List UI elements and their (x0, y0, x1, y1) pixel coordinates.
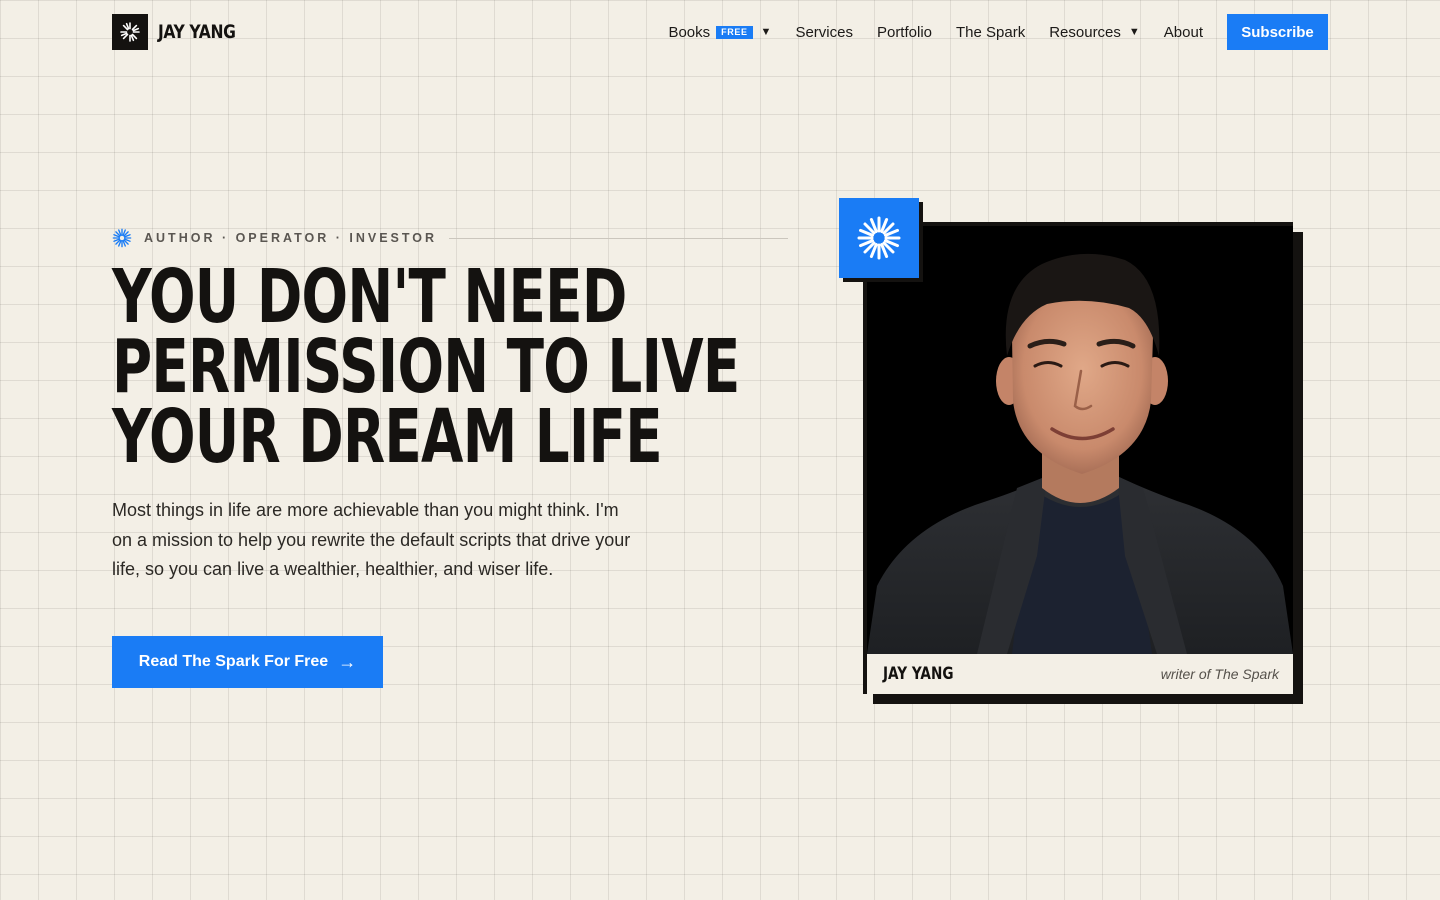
caret-down-icon: ▼ (760, 26, 772, 38)
spark-icon (120, 22, 140, 42)
hero-description: Most things in life are more achievable … (112, 500, 631, 579)
caret-down-icon: ▼ (1128, 26, 1140, 38)
arrow-right-icon: → (338, 651, 357, 672)
free-badge: FREE (716, 25, 753, 39)
nav-item-portfolio[interactable]: Portfolio (877, 24, 932, 41)
brand-name: JAY YANG (158, 21, 236, 43)
headline-line: PERMISSION TO LIVE (112, 324, 740, 410)
main-menu: Books FREE ▼ Services Portfolio The Spar… (644, 14, 1328, 50)
read-the-spark-button[interactable]: Read The Spark For Free → (112, 636, 383, 688)
spark-tile (839, 198, 919, 278)
portrait-photo (867, 226, 1293, 654)
headline-line: YOU DON'T NEED (112, 254, 627, 340)
nav-item-label: Resources (1049, 23, 1121, 41)
caption-name: JAY YANG (883, 664, 954, 684)
brand-logo[interactable]: JAY YANG (112, 14, 252, 50)
spark-icon (857, 216, 901, 260)
cta-label: Read The Spark For Free (138, 653, 329, 670)
nav-item-the-spark[interactable]: The Spark (956, 24, 1025, 41)
portrait-card: JAY YANG writer of The Spark (863, 222, 1293, 694)
subscribe-button[interactable]: Subscribe (1227, 14, 1328, 50)
nav-item-books[interactable]: Books FREE ▼ (668, 24, 771, 41)
top-nav: JAY YANG Books FREE ▼ Services Portfolio… (112, 14, 1328, 50)
hero-headline: YOU DON'T NEED PERMISSION TO LIVE YOUR D… (112, 254, 740, 480)
nav-item-label: Books (668, 23, 711, 41)
headline-line: YOUR DREAM LIFE (112, 394, 663, 480)
caption-role: writer of The Spark (1160, 666, 1279, 682)
nav-item-resources[interactable]: Resources ▼ (1049, 24, 1140, 41)
nav-item-services[interactable]: Services (795, 24, 853, 41)
eyebrow-divider (449, 237, 788, 239)
spark-icon (112, 228, 132, 248)
portrait-caption: JAY YANG writer of The Spark (867, 654, 1293, 694)
portrait-illustration (867, 226, 1293, 654)
eyebrow-text: AUTHOR · OPERATOR · INVESTOR (144, 231, 438, 245)
eyebrow: AUTHOR · OPERATOR · INVESTOR (112, 228, 788, 248)
nav-item-about[interactable]: About (1164, 24, 1203, 41)
logo-mark (112, 14, 148, 50)
